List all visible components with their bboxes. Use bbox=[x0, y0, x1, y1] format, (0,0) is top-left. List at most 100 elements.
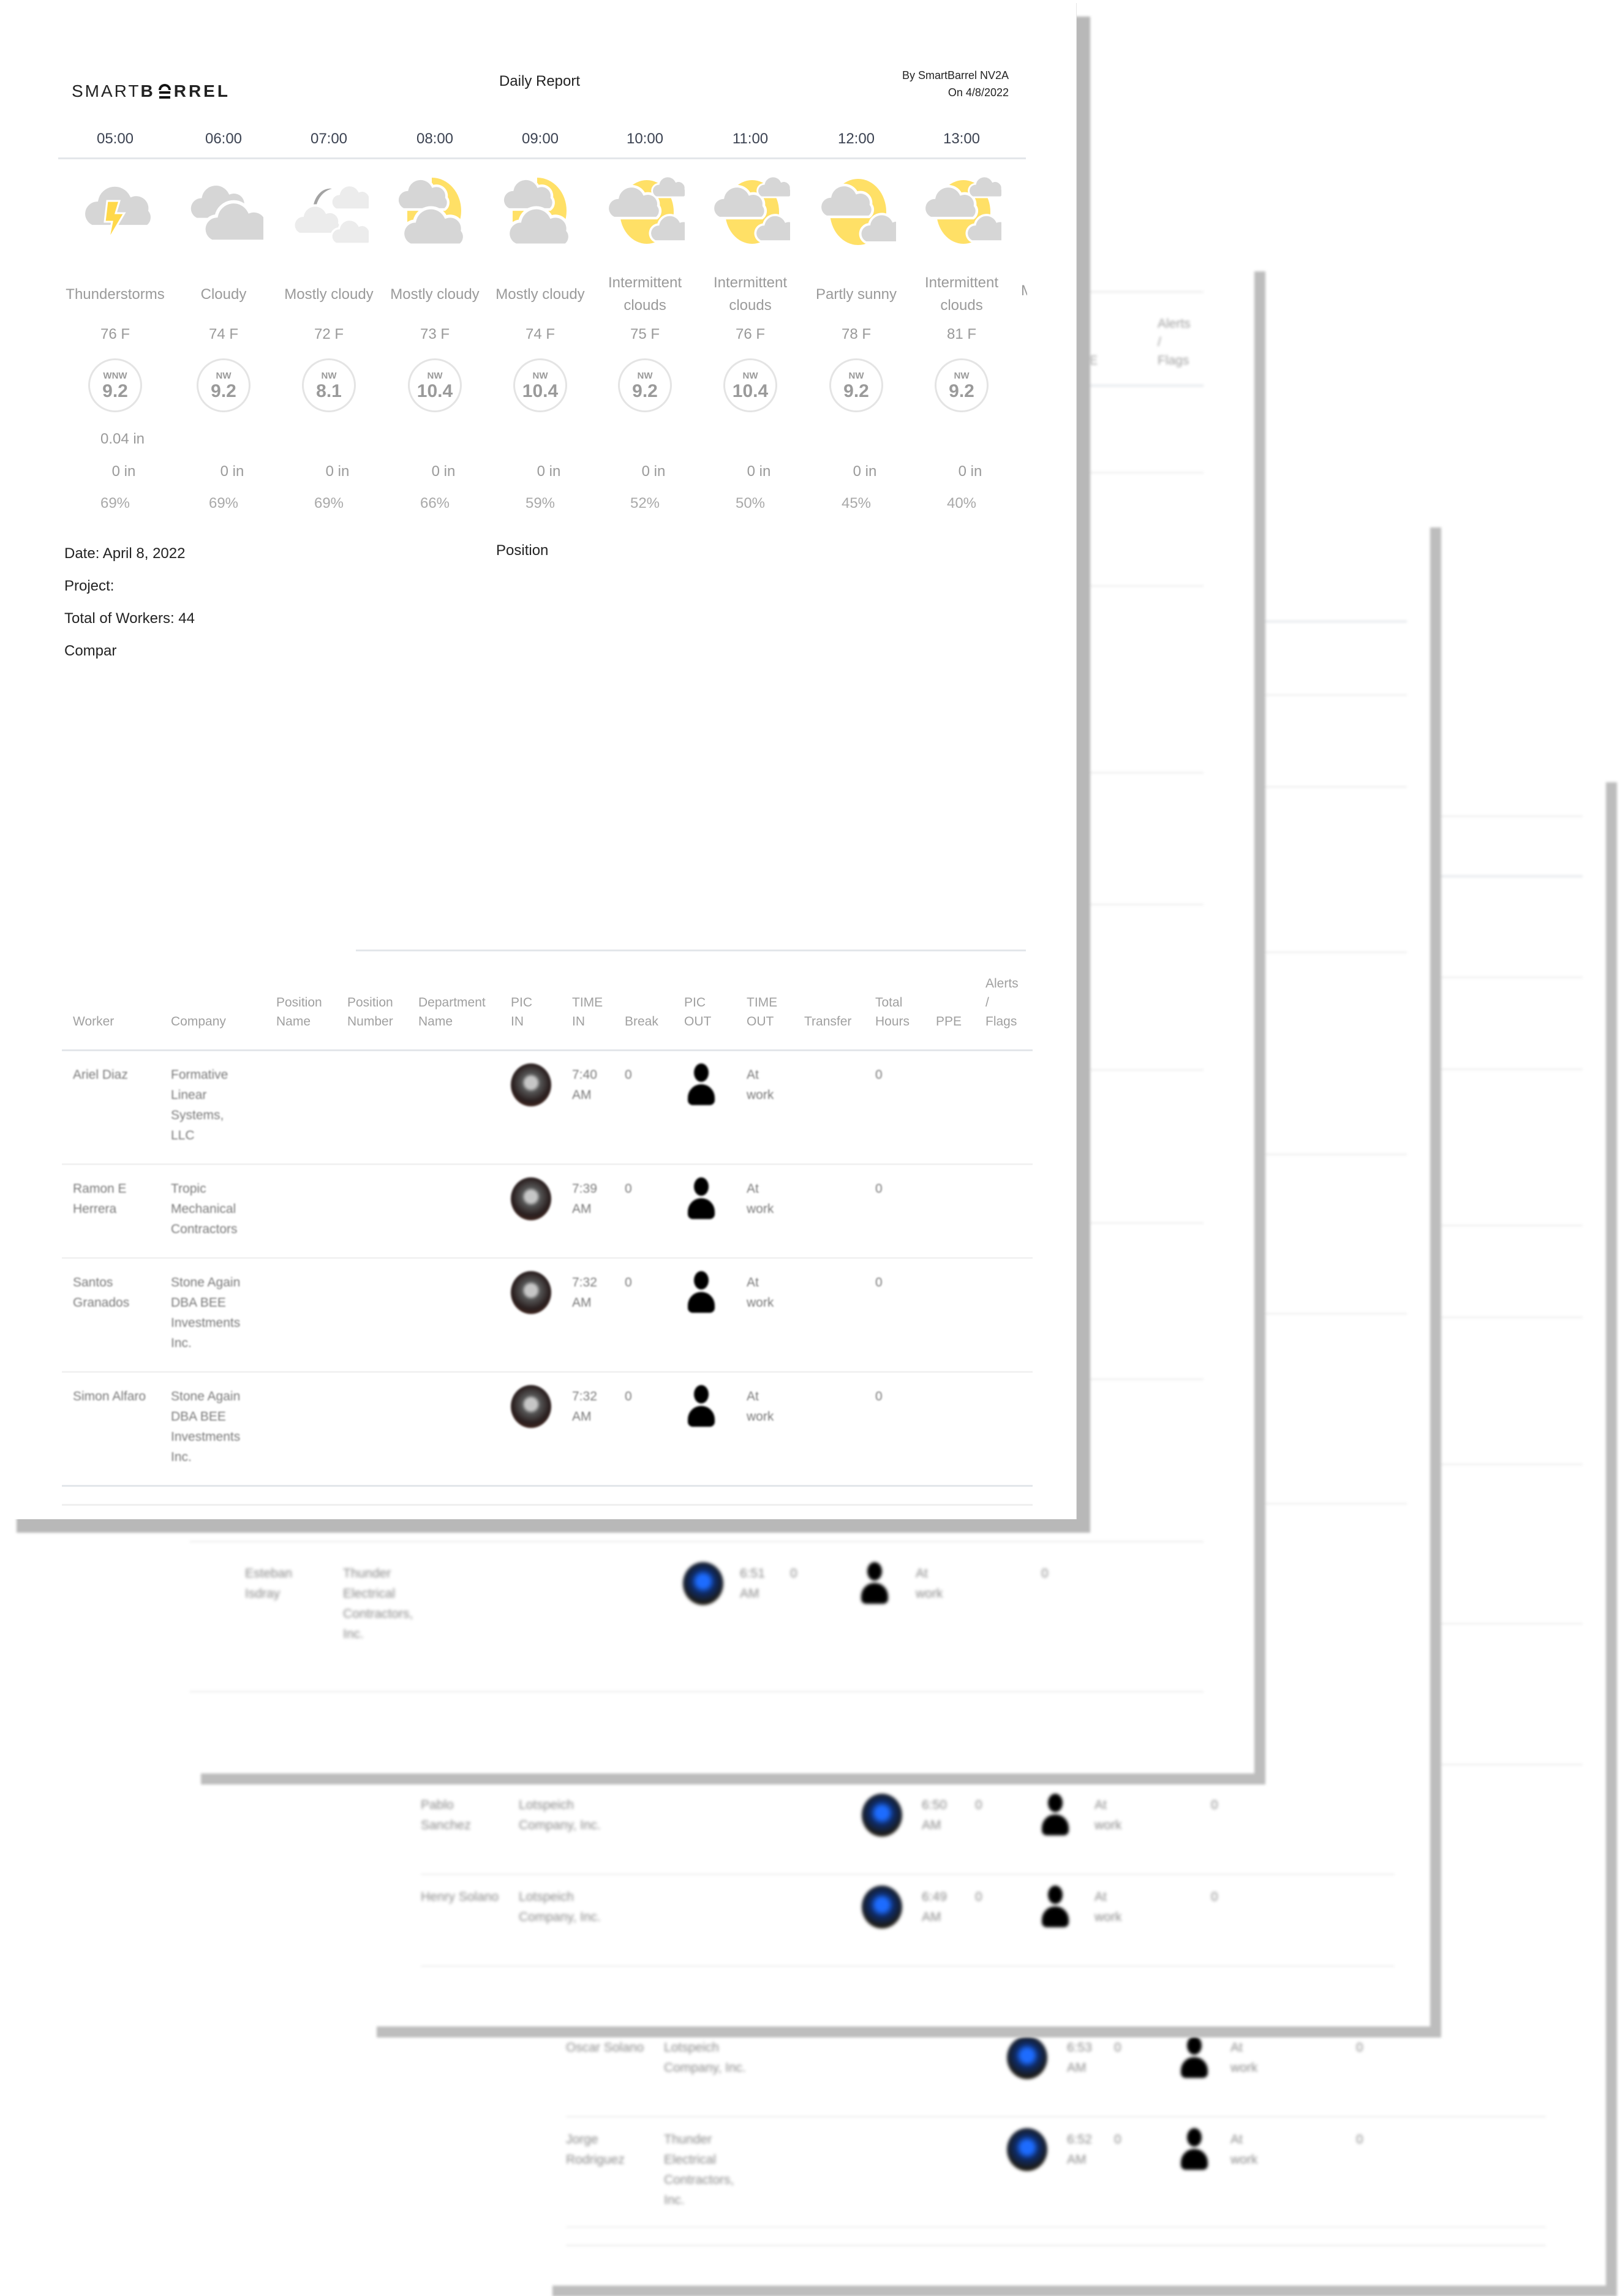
column-header-line bbox=[276, 974, 322, 993]
column-header-line bbox=[804, 993, 851, 1012]
time-out: At work bbox=[747, 1182, 774, 1216]
pic-in-photo[interactable] bbox=[511, 1271, 551, 1314]
pic-out-silhouette-icon bbox=[857, 1562, 892, 1605]
pic-in-photo[interactable] bbox=[511, 1063, 551, 1106]
wind-circle: NW 10.4 bbox=[723, 358, 777, 412]
weather-hour: 12:00 bbox=[837, 130, 875, 147]
pic-out-silhouette-icon[interactable] bbox=[684, 1063, 718, 1106]
break-count: 0 bbox=[625, 1182, 632, 1196]
precipitation-secondary: 0 in bbox=[853, 463, 877, 480]
mostly-cloudy-day-icon bbox=[382, 172, 488, 251]
break-count: 0 bbox=[625, 1275, 632, 1290]
weather-condition: Mostly cloudy bbox=[382, 273, 488, 315]
table-row[interactable]: Simon Alfaro Stone Again DBA BEE Investme… bbox=[62, 1373, 1033, 1485]
break: 0 bbox=[790, 1566, 797, 1580]
column-header-line: PIC bbox=[511, 995, 533, 1010]
weather-temperature: 78 F bbox=[841, 326, 872, 342]
project-label: Project: bbox=[64, 578, 115, 594]
column-header-line: OUT bbox=[684, 1014, 712, 1029]
column-header[interactable]: Department Name bbox=[418, 974, 486, 1031]
column-header[interactable]: Company bbox=[171, 974, 226, 1031]
column-header[interactable]: PPE bbox=[936, 974, 962, 1031]
wind-direction: NW bbox=[321, 371, 337, 381]
worker-name: Simon Alfaro bbox=[73, 1389, 146, 1403]
pic-out-silhouette-icon[interactable] bbox=[684, 1177, 718, 1220]
wind-indicator: NW 10.4 bbox=[382, 358, 488, 415]
column-header-line: Total bbox=[875, 995, 903, 1010]
time-in: 7:32 AM bbox=[572, 1275, 597, 1310]
column-header[interactable]: PIC IN bbox=[511, 974, 532, 1031]
pic-in-photo bbox=[1007, 2128, 1047, 2171]
cloudy-icon bbox=[171, 172, 276, 251]
time-in: 7:39 AM bbox=[572, 1182, 597, 1216]
worker-name: Santos Granados bbox=[73, 1275, 130, 1310]
precipitation-secondary: 0 in bbox=[111, 463, 136, 480]
partly-sunny-icon bbox=[804, 172, 909, 251]
column-header[interactable]: TIME IN bbox=[572, 974, 603, 1031]
column-header[interactable]: Worker bbox=[73, 974, 114, 1031]
column-header-line: Transfer bbox=[804, 1014, 852, 1029]
pic-in-photo bbox=[862, 1886, 902, 1928]
wind-indicator: NW 9.2 bbox=[909, 358, 1014, 415]
wind-indicator: NW 9.2 bbox=[592, 358, 698, 415]
column-header-slash: / bbox=[1158, 335, 1161, 349]
wind-circle: NW 10.4 bbox=[513, 358, 567, 412]
table-row: Jorge Rodriguez Thunder Electrical Contr… bbox=[566, 2116, 1546, 2228]
pic-out-silhouette-icon bbox=[1177, 2036, 1211, 2079]
precipitation-secondary: 0 in bbox=[537, 463, 561, 480]
wind-circle: NW 9.2 bbox=[829, 358, 883, 412]
pic-out-silhouette-icon[interactable] bbox=[684, 1271, 718, 1314]
column-header[interactable]: Transfer bbox=[804, 974, 851, 1031]
column-header-line bbox=[684, 974, 711, 993]
column-header[interactable]: Break bbox=[625, 974, 658, 1031]
break: 0 bbox=[975, 1798, 982, 1812]
column-header-line bbox=[347, 974, 393, 993]
column-header-line: PIC bbox=[684, 995, 706, 1010]
time-in: 7:40 AM bbox=[572, 1068, 597, 1102]
intermittent-clouds-icon bbox=[698, 172, 803, 251]
column-header-line bbox=[73, 974, 114, 993]
table-row: Pablo Sanchez Lotspeich Company, Inc. 6:… bbox=[421, 1781, 1395, 1875]
weather-condition-text: Mostly cloudy bbox=[495, 285, 585, 303]
column-header[interactable]: Alerts / Flags bbox=[985, 974, 1019, 1031]
wind-circle: NW 9.2 bbox=[618, 358, 672, 412]
weather-temperature: 76 F bbox=[735, 326, 766, 342]
weather-condition: Cloudy bbox=[171, 273, 276, 315]
column-header-line bbox=[804, 974, 851, 993]
pic-out-silhouette-icon[interactable] bbox=[684, 1385, 718, 1428]
wind-circle: WNW 9.2 bbox=[88, 358, 142, 412]
column-header[interactable]: Position Name bbox=[276, 974, 322, 1031]
column-header[interactable]: TIME OUT bbox=[747, 974, 777, 1031]
pic-in-photo bbox=[683, 1562, 723, 1605]
column-header-line bbox=[572, 974, 603, 993]
weather-hour: 07:00 bbox=[310, 130, 348, 147]
wind-speed: 9.2 bbox=[102, 381, 128, 401]
company-name: Thunder Electrical Contractors, Inc. bbox=[664, 2132, 734, 2207]
table-row[interactable]: Santos Granados Stone Again DBA BEE Inves… bbox=[62, 1259, 1033, 1373]
column-header-line bbox=[418, 974, 486, 993]
column-header-line: Alerts bbox=[985, 976, 1019, 991]
company-name: Lotspeich Company, Inc. bbox=[664, 2041, 746, 2075]
pic-in-photo bbox=[862, 1794, 902, 1837]
pic-in-photo[interactable] bbox=[511, 1385, 551, 1428]
column-header[interactable]: Position Number bbox=[347, 974, 393, 1031]
worker-name: Esteban Isdray bbox=[245, 1566, 293, 1601]
weather-condition: Mostly cloudy bbox=[488, 273, 593, 315]
column-header-line: Number bbox=[347, 1014, 393, 1029]
wind-speed: 10.4 bbox=[732, 381, 769, 401]
weather-temperature: 81 F bbox=[946, 326, 977, 342]
report-page-1: SMART B RREL Daily Report By SmartBarrel… bbox=[3, 3, 1077, 1519]
table-row[interactable]: Ariel Diaz Formative Linear Systems, LLC 7… bbox=[62, 1051, 1033, 1165]
weather-condition-text: Partly sunny bbox=[815, 285, 897, 303]
table-row[interactable]: Ramon E Herrera Tropic Mechanical Contrac… bbox=[62, 1165, 1033, 1259]
column-header[interactable]: PIC OUT bbox=[684, 974, 711, 1031]
wind-speed: 8.1 bbox=[316, 381, 342, 401]
intermittent-clouds-icon bbox=[909, 172, 1014, 251]
column-header-line bbox=[936, 974, 962, 993]
pic-in-photo[interactable] bbox=[511, 1177, 551, 1220]
weather-condition: Intermittent clouds bbox=[909, 273, 1014, 315]
column-header[interactable]: Total Hours bbox=[875, 974, 910, 1031]
precipitation-secondary: 0 in bbox=[958, 463, 982, 480]
time-in: 7:32 AM bbox=[572, 1389, 597, 1424]
column-header-line: PPE bbox=[936, 1014, 962, 1029]
